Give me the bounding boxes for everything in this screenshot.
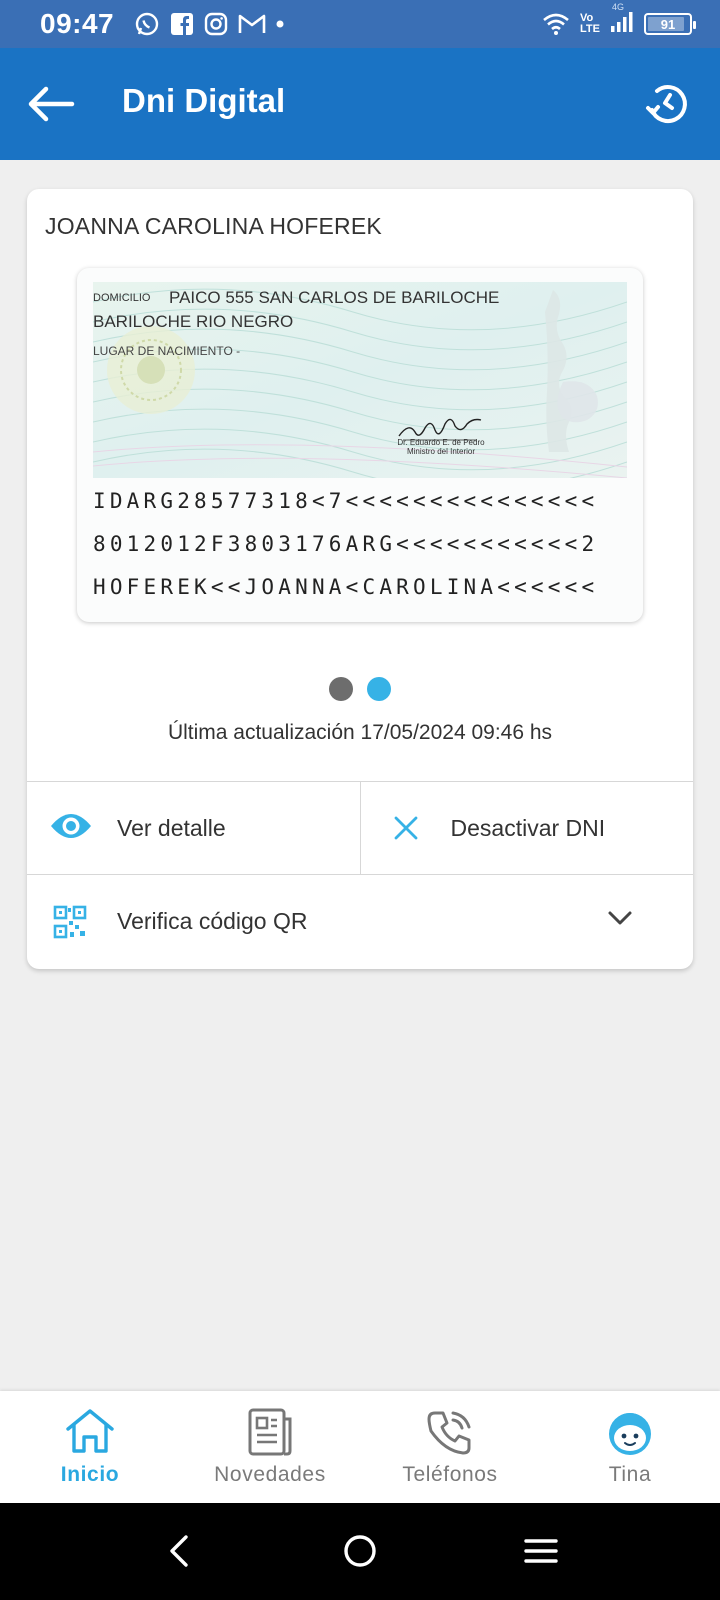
gmail-icon <box>238 14 266 33</box>
news-icon <box>248 1408 292 1456</box>
signer-block: Dr. Eduardo E. de Pedro Ministro del Int… <box>393 438 489 456</box>
mrz-line-2: 8012012F3803176ARG<<<<<<<<<<<2 <box>93 532 599 556</box>
qr-code-icon <box>53 905 87 939</box>
address-line1: PAICO 555 SAN CARLOS DE BARILOCHE <box>169 288 500 307</box>
address-line2: BARILOCHE RIO NEGRO <box>93 312 294 331</box>
home-icon <box>66 1409 114 1453</box>
page-title: Dni Digital <box>122 82 286 119</box>
system-menu-icon[interactable] <box>524 1533 558 1569</box>
verify-qr-label: Verifica código QR <box>117 908 308 934</box>
mrz-line-3: HOFEREK<<JOANNA<CAROLINA<<<<<< <box>93 575 599 599</box>
carousel-dot-2[interactable] <box>367 677 391 701</box>
arrow-left-icon[interactable] <box>26 84 76 124</box>
instagram-icon <box>204 12 228 36</box>
nav-item-inicio[interactable]: Inicio <box>0 1391 180 1503</box>
wifi-icon <box>543 13 569 35</box>
whatsapp-icon <box>135 12 159 36</box>
view-detail-button[interactable]: Ver detalle <box>27 782 360 874</box>
app-bar: Dni Digital <box>0 48 720 160</box>
signer-title: Ministro del Interior <box>406 447 476 456</box>
status-bar: 09:47 Vo LTE 4G 91 <box>0 0 720 48</box>
card-actions: Ver detalle Desactivar DNI <box>27 781 693 875</box>
more-notifications-dot-icon <box>276 20 284 28</box>
bottom-navigation: Inicio Novedades Teléfonos Tina <box>0 1391 720 1503</box>
birthplace-label: LUGAR DE NACIMIENTO - <box>93 344 241 358</box>
carousel-dot-1[interactable] <box>329 677 353 701</box>
battery-level-label: 91 <box>660 16 676 32</box>
nav-label-inicio: Inicio <box>60 1463 120 1486</box>
battery-indicator: 91 <box>644 13 696 35</box>
signal-bars-icon <box>611 11 633 32</box>
volte-bottom-label: LTE <box>580 23 600 35</box>
holder-name: JOANNA CAROLINA HOFEREK <box>45 213 382 239</box>
chevron-down-icon[interactable] <box>607 909 633 927</box>
view-detail-label: Ver detalle <box>117 815 226 841</box>
address-block: PAICO 555 SAN CARLOS DE BARILOCHE BARILO… <box>93 286 543 334</box>
mrz-line-1: IDARG28577318<7<<<<<<<<<<<<<<< <box>93 489 599 513</box>
carousel-indicator <box>27 677 693 701</box>
dni-back-image[interactable]: PAICO 555 SAN CARLOS DE BARILOCHE BARILO… <box>77 268 643 622</box>
dni-card: JOANNA CAROLINA HOFEREK PAICO 555 SAN CA… <box>27 189 693 969</box>
volte-indicator: Vo LTE <box>580 13 600 35</box>
nav-item-novedades[interactable]: Novedades <box>180 1391 360 1503</box>
deactivate-dni-button[interactable]: Desactivar DNI <box>359 782 694 874</box>
nav-item-tina[interactable]: Tina <box>540 1391 720 1503</box>
system-navigation-bar <box>0 1503 720 1600</box>
close-icon <box>394 816 417 840</box>
nav-item-telefonos[interactable]: Teléfonos <box>360 1391 540 1503</box>
refresh-icon[interactable] <box>644 80 692 128</box>
domicilio-label: DOMICILIO <box>93 292 151 304</box>
signal-indicator: 4G <box>610 2 634 39</box>
system-back-icon[interactable] <box>164 1533 194 1569</box>
deactivate-dni-label: Desactivar DNI <box>450 815 606 841</box>
clock: 09:47 <box>40 8 115 39</box>
network-type-label: 4G <box>612 1 625 12</box>
notification-icons <box>134 11 284 37</box>
nav-label-telefonos: Teléfonos <box>402 1463 498 1486</box>
eye-icon <box>51 814 91 838</box>
last-update-text: Última actualización 17/05/2024 09:46 hs <box>167 721 553 744</box>
signer-name: Dr. Eduardo E. de Pedro <box>397 438 485 447</box>
facebook-icon <box>171 13 194 35</box>
tina-face-icon <box>609 1413 651 1455</box>
nav-label-tina: Tina <box>608 1463 652 1486</box>
phone-icon <box>427 1411 471 1455</box>
nav-label-novedades: Novedades <box>214 1463 326 1486</box>
verify-qr-row[interactable]: Verifica código QR <box>27 875 693 969</box>
system-home-icon[interactable] <box>342 1533 378 1569</box>
